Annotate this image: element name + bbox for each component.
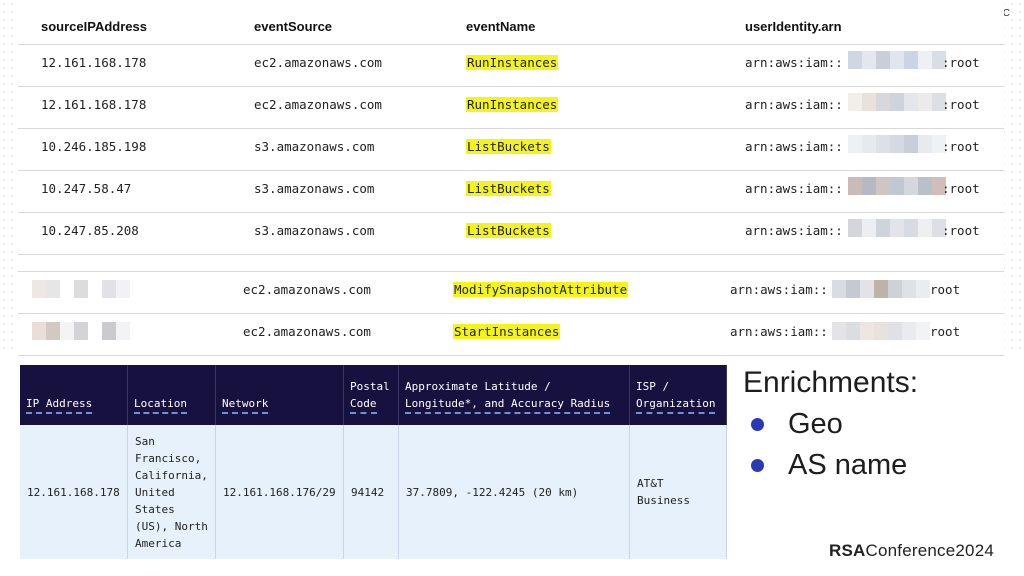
geo-cell-isp: AT&T Business	[629, 425, 727, 559]
geo-col-network: Network	[215, 365, 344, 425]
geo-cell-latlon: 37.7809, -122.4245 (20 km)	[398, 425, 630, 559]
cell-arn: arn:aws:iam::	[745, 223, 843, 238]
cell-arn-suffix: :root	[942, 181, 980, 196]
table-row: 10.247.85.208 s3.amazonaws.com ListBucke…	[18, 212, 1004, 254]
redacted-ip-address	[32, 280, 130, 298]
rsa-conference-logo: RSAConference2024	[829, 541, 995, 560]
geo-data-row: 12.161.168.178 San Francisco, California…	[20, 425, 727, 559]
cell-source: ec2.amazonaws.com	[254, 97, 382, 112]
cell-event: ListBuckets	[466, 181, 551, 196]
cell-event: ModifySnapshotAttribute	[453, 282, 629, 297]
enrichments-title: Enrichments:	[743, 366, 919, 399]
redacted-account-id	[832, 280, 930, 298]
geo-col-latlon: Approximate Latitude / Longitude*, and Ac…	[398, 365, 630, 425]
redacted-account-id	[848, 135, 946, 153]
bullet-icon	[751, 459, 764, 472]
cell-ip: 10.247.58.47	[41, 181, 132, 196]
cell-arn-suffix: :root	[942, 97, 980, 112]
geo-cell-location: San Francisco, California, United States…	[127, 425, 216, 559]
cell-event: RunInstances	[466, 97, 559, 112]
geo-cell-network: 12.161.168.176/29	[215, 425, 344, 559]
redacted-account-id	[848, 51, 946, 69]
cell-ip: 10.246.185.198	[41, 139, 147, 154]
cell-arn: arn:aws:iam::	[745, 181, 843, 196]
cell-source: s3.amazonaws.com	[254, 223, 375, 238]
cell-source: s3.amazonaws.com	[254, 181, 375, 196]
cloudtrail-events-table: sourceIPAddress eventSource eventName us…	[18, 0, 1004, 356]
table-row: 10.247.58.47 s3.amazonaws.com ListBucket…	[18, 170, 1004, 212]
cell-event: ListBuckets	[466, 223, 551, 238]
cell-arn-suffix: root	[930, 282, 961, 297]
geo-col-location: Location	[127, 365, 216, 425]
cell-arn: arn:aws:iam::	[745, 97, 843, 112]
geo-col-ip: IP Address	[20, 365, 128, 425]
col-source-ip: sourceIPAddress	[41, 19, 147, 34]
table-divider	[18, 254, 1004, 271]
cell-ip: 12.161.168.178	[41, 97, 147, 112]
enrichment-item: Geo	[743, 408, 918, 441]
redacted-account-id	[848, 93, 946, 111]
geo-col-postal: Postal Code	[343, 365, 399, 425]
cell-event: ListBuckets	[466, 139, 551, 154]
table-header: sourceIPAddress eventSource eventName us…	[18, 0, 1004, 44]
cell-arn: arn:aws:iam::	[745, 55, 843, 70]
geo-cell-ip: 12.161.168.178	[20, 425, 128, 559]
cell-ip: 12.161.168.178	[41, 55, 147, 70]
table-row: ec2.amazonaws.com ModifySnapshotAttribut…	[18, 271, 1004, 313]
cell-arn-suffix: :root	[942, 139, 980, 154]
col-event-source: eventSource	[254, 19, 333, 34]
cell-source: ec2.amazonaws.com	[243, 324, 371, 339]
redacted-account-id	[848, 177, 946, 195]
col-user-arn: userIdentity.arn	[745, 19, 842, 34]
ip-geolocation-table: IP Address Location Network Postal Code A…	[20, 365, 727, 559]
redacted-account-id	[848, 219, 946, 237]
cell-source: s3.amazonaws.com	[254, 139, 375, 154]
table-row: 10.246.185.198 s3.amazonaws.com ListBuck…	[18, 128, 1004, 170]
enrichments-panel: Enrichments: Geo AS name	[743, 366, 918, 482]
geo-header-row: IP Address Location Network Postal Code A…	[20, 365, 727, 425]
table-row: 12.161.168.178 ec2.amazonaws.com RunInst…	[18, 86, 1004, 128]
table-row: 12.161.168.178 ec2.amazonaws.com RunInst…	[18, 44, 1004, 86]
cell-arn-suffix: :root	[942, 55, 980, 70]
cell-event: StartInstances	[453, 324, 561, 339]
cell-event: RunInstances	[466, 55, 559, 70]
col-event-name: eventName	[466, 19, 536, 34]
cell-source: ec2.amazonaws.com	[254, 55, 382, 70]
enrichment-item: AS name	[743, 449, 918, 482]
cell-source: ec2.amazonaws.com	[243, 282, 371, 297]
cell-arn: arn:aws:iam::	[730, 324, 828, 339]
enrichment-label: AS name	[788, 449, 908, 481]
redacted-account-id	[832, 322, 930, 340]
bullet-icon	[751, 418, 764, 431]
geo-cell-postal: 94142	[343, 425, 399, 559]
cell-arn-suffix: :root	[942, 223, 980, 238]
table-row: ec2.amazonaws.com StartInstances arn:aws…	[18, 313, 1004, 356]
enrichment-label: Geo	[788, 408, 843, 440]
cell-ip: 10.247.85.208	[41, 223, 139, 238]
geo-col-isp: ISP / Organization	[629, 365, 727, 425]
cell-arn: arn:aws:iam::	[745, 139, 843, 154]
cell-arn-suffix: root	[930, 324, 961, 339]
redacted-ip-address	[32, 322, 130, 340]
cell-arn: arn:aws:iam::	[730, 282, 828, 297]
